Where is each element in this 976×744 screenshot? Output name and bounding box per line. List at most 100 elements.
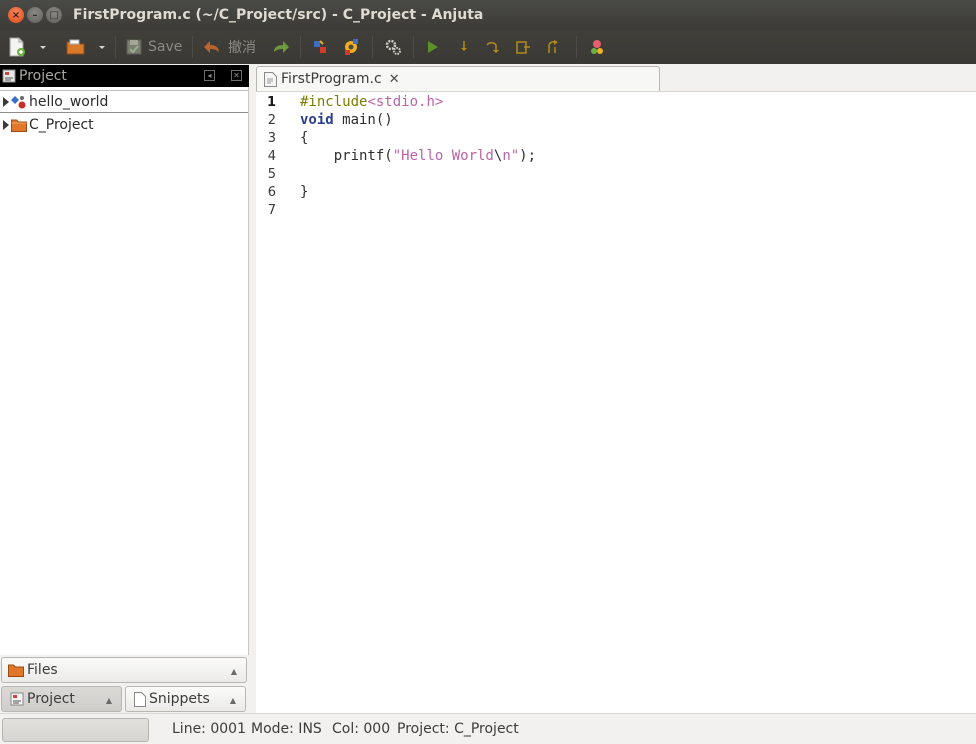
title-bar: × – □ FirstProgram.c (~/C_Project/src) -…	[0, 0, 976, 30]
window-title: FirstProgram.c (~/C_Project/src) - C_Pro…	[73, 7, 484, 23]
tab-firstprogram-c[interactable]: FirstProgram.c ✕	[256, 66, 660, 91]
line-number: 4	[267, 149, 276, 164]
tree-item-label: C_Project	[29, 116, 94, 133]
project-tab[interactable]: Project ▲	[1, 686, 122, 712]
code-line-2[interactable]: void main()	[300, 112, 393, 128]
gear-icon	[385, 39, 401, 55]
editor-tab-label: FirstProgram.c	[281, 71, 382, 87]
open-file-button[interactable]	[66, 36, 86, 58]
toolbar-separator	[192, 36, 193, 58]
close-icon: ×	[11, 9, 21, 21]
folder-icon	[11, 118, 27, 132]
close-icon: ✕	[233, 70, 240, 80]
expand-arrow-icon[interactable]	[3, 96, 9, 107]
continue-button[interactable]	[545, 36, 563, 58]
code-editor[interactable]: 1 2 3 4 5 6 7 #include<stdio.h> void mai…	[256, 91, 976, 713]
configure-button[interactable]	[384, 36, 402, 58]
dropdown-arrow-icon	[99, 46, 105, 49]
code-line-6[interactable]: }	[300, 184, 308, 200]
redo-icon	[274, 41, 289, 53]
project-panel-header: Project ◂ ✕	[0, 65, 249, 87]
status-mode: Mode: INS	[251, 721, 322, 737]
project-panel-title: Project	[19, 68, 67, 84]
expand-caret-icon: ▲	[229, 696, 236, 705]
find-previous-button[interactable]	[311, 36, 329, 58]
save-button[interactable]: Save	[125, 36, 182, 58]
redo-button[interactable]	[270, 36, 290, 58]
undo-button[interactable]: 撤消	[203, 36, 256, 58]
undo-label: 撤消	[228, 40, 256, 56]
status-project: Project: C_Project	[397, 721, 519, 737]
code-token: printf(	[300, 148, 393, 164]
line-number: 3	[267, 131, 276, 146]
tree-item-hello-world[interactable]: hello_world	[0, 90, 248, 113]
step-out-button[interactable]	[514, 36, 532, 58]
dropdown-arrow-icon	[40, 46, 46, 49]
step-in-icon	[461, 41, 467, 51]
code-line-4[interactable]: printf("Hello World\n");	[300, 148, 536, 164]
breakpoint-button[interactable]	[588, 36, 606, 58]
line-number-gutter: 1 2 3 4 5 6 7	[256, 92, 288, 713]
play-icon	[428, 41, 438, 53]
document-icon	[134, 691, 146, 707]
compile-button[interactable]	[342, 36, 360, 58]
header-token: <stdio.h>	[367, 94, 444, 110]
expand-arrow-icon[interactable]	[3, 119, 9, 130]
status-bar: Line: 0001 Mode: INS Col: 000 Project: C…	[0, 713, 976, 744]
step-over-icon	[486, 42, 499, 53]
new-file-dropdown[interactable]	[38, 36, 48, 58]
open-file-dropdown[interactable]	[97, 36, 107, 58]
status-col: Col: 000	[332, 721, 391, 737]
window-close-button[interactable]: ×	[8, 7, 24, 23]
toolbar-separator	[300, 36, 301, 58]
toolbar-separator	[115, 36, 116, 58]
continue-icon	[548, 40, 558, 53]
run-button[interactable]	[425, 36, 441, 58]
tree-item-c-project[interactable]: C_Project	[0, 113, 248, 136]
undo-icon	[204, 41, 219, 53]
project-icon	[2, 69, 16, 83]
toolbar-separator	[372, 36, 373, 58]
step-in-button[interactable]	[457, 36, 471, 58]
code-token: main()	[333, 112, 393, 128]
progress-bar	[2, 718, 149, 742]
c-file-icon	[264, 71, 277, 87]
code-token: );	[519, 148, 537, 164]
save-icon	[126, 39, 142, 55]
folder-icon	[8, 664, 24, 677]
breakpoint-icon	[591, 40, 603, 54]
files-tab-label: Files	[27, 662, 58, 678]
project-icon	[10, 692, 24, 706]
open-folder-icon	[66, 39, 85, 55]
code-line-3[interactable]: {	[300, 130, 308, 146]
line-number: 7	[267, 203, 276, 218]
snippets-tab[interactable]: Snippets ▲	[125, 686, 246, 712]
project-panel: Project ◂ ✕ hello_world C_Project	[0, 65, 249, 655]
code-line-1[interactable]: #include<stdio.h>	[300, 94, 443, 110]
new-file-button[interactable]	[8, 36, 26, 58]
tab-close-button[interactable]: ✕	[389, 72, 400, 87]
save-label: Save	[148, 39, 183, 55]
panel-dock-button[interactable]: ◂	[204, 70, 215, 81]
window-maximize-button[interactable]: □	[46, 7, 62, 23]
tree-item-label: hello_world	[29, 93, 109, 110]
snippets-tab-label: Snippets	[149, 691, 210, 707]
minimize-icon: –	[32, 9, 38, 21]
project-tab-label: Project	[27, 691, 75, 707]
dock-icon: ◂	[207, 70, 212, 80]
target-icon	[11, 94, 27, 110]
string-token: "Hello World	[392, 148, 494, 164]
maximize-icon: □	[49, 9, 59, 21]
step-over-button[interactable]	[484, 36, 500, 58]
line-number: 6	[267, 185, 276, 200]
panel-close-button[interactable]: ✕	[231, 70, 242, 81]
files-tab[interactable]: Files ▲	[1, 657, 247, 683]
expand-caret-icon: ▲	[105, 696, 112, 705]
preprocessor-token: #include	[300, 94, 368, 110]
window-minimize-button[interactable]: –	[27, 7, 43, 23]
status-line: Line: 0001	[172, 721, 246, 737]
string-token: n"	[502, 148, 520, 164]
toolbar-separator	[413, 36, 414, 58]
build-icon	[314, 40, 326, 53]
editor-tab-bar: FirstProgram.c ✕	[250, 65, 976, 91]
